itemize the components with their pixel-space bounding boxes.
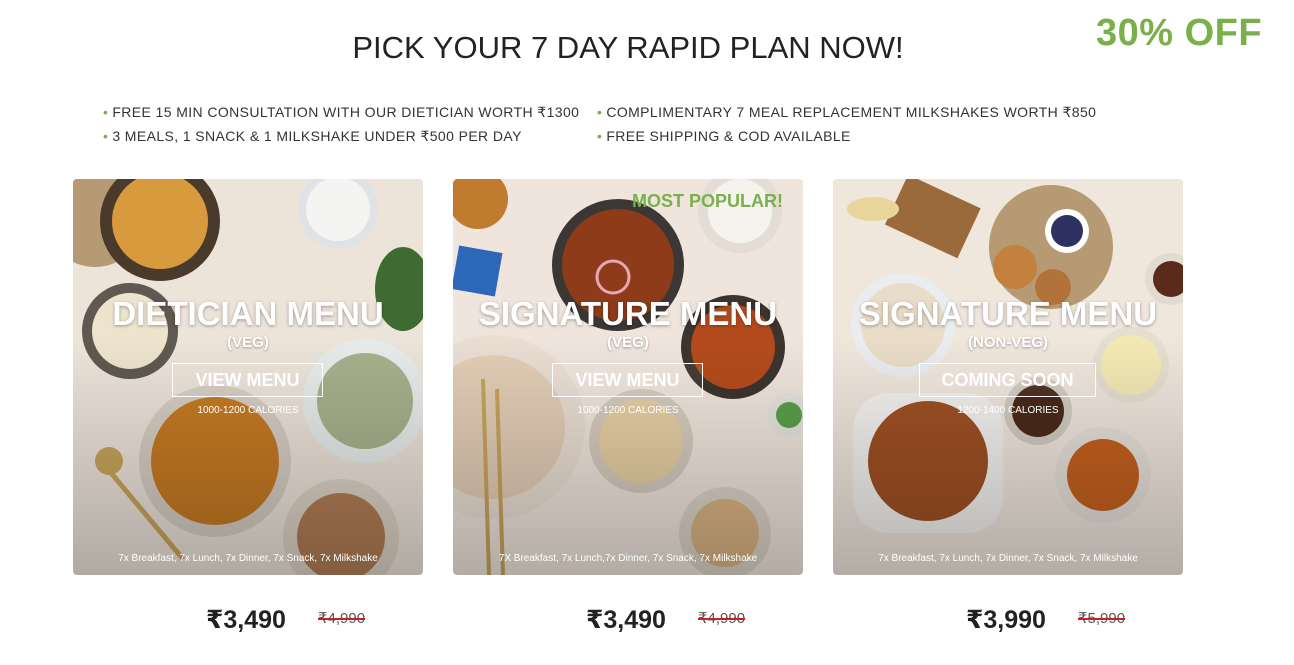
plan-calories: 1000-1200 CALORIES bbox=[197, 405, 299, 416]
most-popular-badge: MOST POPULAR! bbox=[632, 191, 783, 211]
benefit-item: • COMPLIMENTARY 7 MEAL REPLACEMENT MILKSH… bbox=[597, 104, 1097, 120]
benefits-left: • FREE 15 MIN CONSULTATION WITH OUR DIETI… bbox=[103, 103, 579, 151]
plan-name: DIETICIAN MENU bbox=[112, 295, 384, 332]
plan-price: ₹3,490 bbox=[206, 606, 286, 634]
plan-type: (NON-VEG) bbox=[968, 334, 1048, 351]
plan-includes: 7x Breakfast, 7x Lunch, 7x Dinner, 7x Sn… bbox=[878, 553, 1138, 564]
bullet-icon: • bbox=[103, 128, 109, 144]
plan-includes: 7X Breakfast, 7x Lunch,7x Dinner, 7x Sna… bbox=[498, 553, 758, 564]
plan-calories: 1200-1400 CALORIES bbox=[957, 405, 1059, 416]
plan-original-price: ₹4,990 bbox=[318, 610, 366, 627]
plan-card-signature-nonveg: SIGNATURE MENU (NON-VEG) COMING SOON 120… bbox=[833, 179, 1183, 575]
plan-card-signature-veg: MOST POPULAR! SIGNATURE MENU (VEG) VIEW … bbox=[453, 179, 803, 575]
plan-name: SIGNATURE MENU bbox=[858, 295, 1158, 332]
view-menu-button[interactable]: VIEW MENU bbox=[172, 363, 323, 397]
bullet-icon: • bbox=[103, 104, 109, 120]
plan-includes: 7x Breakfast, 7x Lunch, 7x Dinner, 7x Sn… bbox=[118, 553, 378, 564]
plan-card-dietician-veg: DIETICIAN MENU (VEG) VIEW MENU 1000-1200… bbox=[73, 179, 423, 575]
coming-soon-button[interactable]: COMING SOON bbox=[919, 363, 1096, 397]
bullet-icon: • bbox=[597, 104, 603, 120]
view-menu-button[interactable]: VIEW MENU bbox=[552, 363, 703, 397]
plan-price: ₹3,990 bbox=[966, 606, 1046, 634]
page-title: PICK YOUR 7 DAY RAPID PLAN NOW! bbox=[352, 30, 904, 65]
plan-name: SIGNATURE MENU bbox=[478, 295, 778, 332]
benefits-right: • COMPLIMENTARY 7 MEAL REPLACEMENT MILKSH… bbox=[597, 103, 1096, 151]
plan-type: (VEG) bbox=[227, 334, 269, 351]
benefit-item: • 3 MEALS, 1 SNACK & 1 MILKSHAKE UNDER ₹5… bbox=[103, 128, 522, 144]
benefit-item: • FREE 15 MIN CONSULTATION WITH OUR DIETI… bbox=[103, 104, 580, 120]
plan-original-price: ₹5,990 bbox=[1078, 610, 1126, 627]
bullet-icon: • bbox=[597, 128, 603, 144]
plan-price: ₹3,490 bbox=[586, 606, 666, 634]
plan-type: (VEG) bbox=[607, 334, 649, 351]
plan-calories: 1000-1200 CALORIES bbox=[577, 405, 679, 416]
benefit-item: • FREE SHIPPING & COD AVAILABLE bbox=[597, 128, 851, 144]
plan-original-price: ₹4,990 bbox=[698, 610, 746, 627]
